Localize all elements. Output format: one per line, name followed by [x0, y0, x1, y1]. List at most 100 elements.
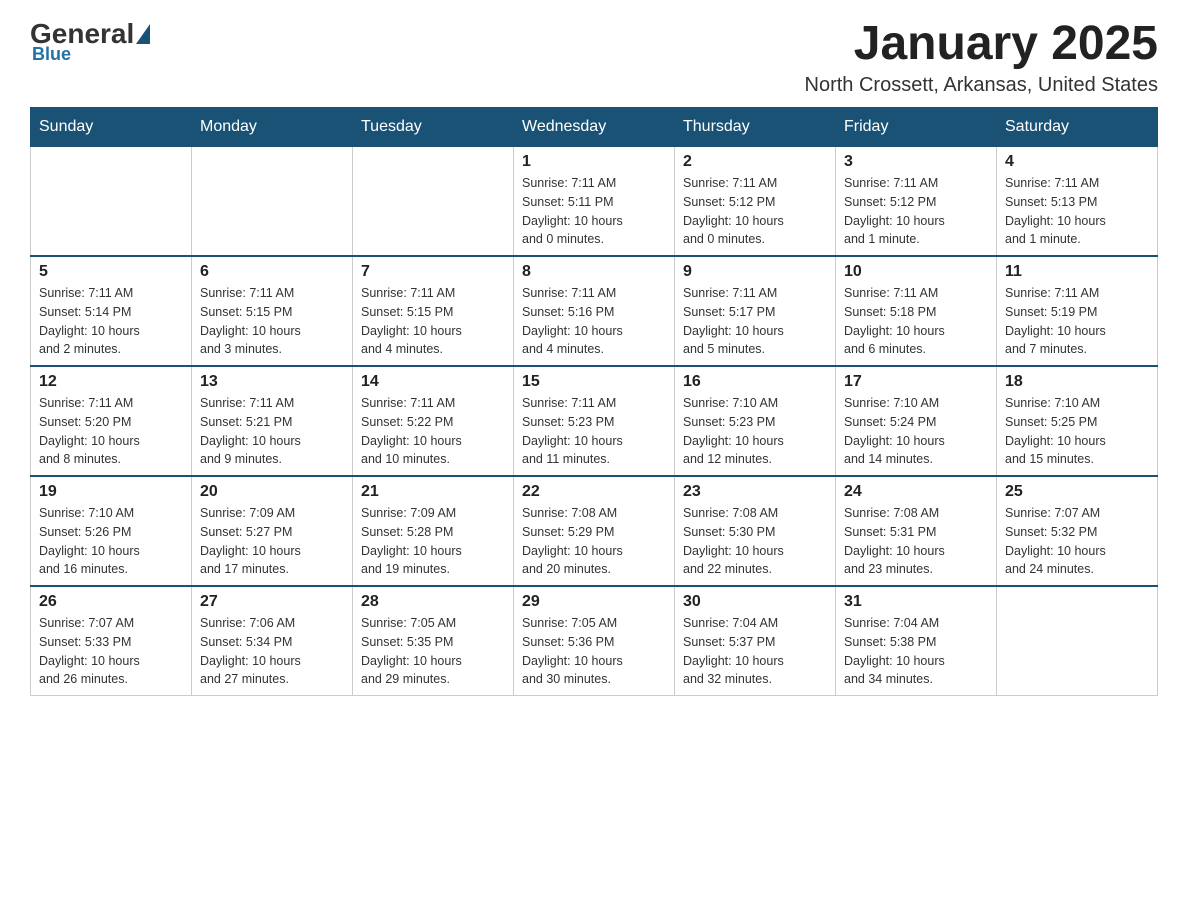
calendar-cell: 3Sunrise: 7:11 AM Sunset: 5:12 PM Daylig…: [836, 147, 997, 257]
day-info: Sunrise: 7:11 AM Sunset: 5:19 PM Dayligh…: [1005, 284, 1149, 359]
calendar-cell: 10 Sunrise: 7:11 AM Sunset: 5:18 PM Dayli…: [836, 256, 997, 366]
calendar-cell: 11 Sunrise: 7:11 AM Sunset: 5:19 PM Dayli…: [997, 256, 1158, 366]
calendar-cell: 17 Sunrise: 7:10 AM Sunset: 5:24 PM Dayli…: [836, 366, 997, 476]
day-info: Sunrise: 7:11 AM Sunset: 5:12 PM Dayligh…: [844, 174, 988, 249]
day-number: 10: [844, 263, 988, 281]
calendar-cell: 5Sunrise: 7:11 AM Sunset: 5:14 PM Daylig…: [31, 256, 192, 366]
day-info: Sunrise: 7:11 AM Sunset: 5:18 PM Dayligh…: [844, 284, 988, 359]
day-number: 4: [1005, 153, 1149, 171]
day-number: 2: [683, 153, 827, 171]
day-number: 13: [200, 373, 344, 391]
day-of-week-header: Saturday: [997, 108, 1158, 147]
logo: General Blue: [30, 20, 152, 65]
day-info: Sunrise: 7:11 AM Sunset: 5:11 PM Dayligh…: [522, 174, 666, 249]
day-info: Sunrise: 7:08 AM Sunset: 5:31 PM Dayligh…: [844, 504, 988, 579]
calendar-cell: 19Sunrise: 7:10 AM Sunset: 5:26 PM Dayli…: [31, 476, 192, 586]
day-number: 22: [522, 483, 666, 501]
day-number: 20: [200, 483, 344, 501]
day-number: 27: [200, 593, 344, 611]
calendar-cell: 8 Sunrise: 7:11 AM Sunset: 5:16 PM Daylig…: [514, 256, 675, 366]
day-info: Sunrise: 7:11 AM Sunset: 5:22 PM Dayligh…: [361, 394, 505, 469]
day-of-week-header: Monday: [192, 108, 353, 147]
day-info: Sunrise: 7:11 AM Sunset: 5:17 PM Dayligh…: [683, 284, 827, 359]
day-info: Sunrise: 7:10 AM Sunset: 5:25 PM Dayligh…: [1005, 394, 1149, 469]
calendar-cell: 6 Sunrise: 7:11 AM Sunset: 5:15 PM Daylig…: [192, 256, 353, 366]
calendar-cell: 20 Sunrise: 7:09 AM Sunset: 5:27 PM Dayli…: [192, 476, 353, 586]
day-info: Sunrise: 7:04 AM Sunset: 5:38 PM Dayligh…: [844, 614, 988, 689]
calendar-cell: 26 Sunrise: 7:07 AM Sunset: 5:33 PM Dayli…: [31, 586, 192, 696]
calendar-cell: 31 Sunrise: 7:04 AM Sunset: 5:38 PM Dayli…: [836, 586, 997, 696]
day-number: 16: [683, 373, 827, 391]
day-number: 21: [361, 483, 505, 501]
day-number: 6: [200, 263, 344, 281]
day-info: Sunrise: 7:10 AM Sunset: 5:24 PM Dayligh…: [844, 394, 988, 469]
day-info: Sunrise: 7:08 AM Sunset: 5:30 PM Dayligh…: [683, 504, 827, 579]
calendar-cell: 4 Sunrise: 7:11 AM Sunset: 5:13 PM Daylig…: [997, 147, 1158, 257]
calendar-cell: 29Sunrise: 7:05 AM Sunset: 5:36 PM Dayli…: [514, 586, 675, 696]
calendar-cell: 25 Sunrise: 7:07 AM Sunset: 5:32 PM Dayli…: [997, 476, 1158, 586]
day-info: Sunrise: 7:11 AM Sunset: 5:23 PM Dayligh…: [522, 394, 666, 469]
day-number: 18: [1005, 373, 1149, 391]
month-title: January 2025: [805, 20, 1159, 68]
day-info: Sunrise: 7:06 AM Sunset: 5:34 PM Dayligh…: [200, 614, 344, 689]
calendar-cell: 9Sunrise: 7:11 AM Sunset: 5:17 PM Daylig…: [675, 256, 836, 366]
day-of-week-header: Thursday: [675, 108, 836, 147]
calendar-cell: 23 Sunrise: 7:08 AM Sunset: 5:30 PM Dayli…: [675, 476, 836, 586]
calendar-cell: 14Sunrise: 7:11 AM Sunset: 5:22 PM Dayli…: [353, 366, 514, 476]
logo-blue-text: Blue: [32, 44, 71, 65]
day-of-week-header: Sunday: [31, 108, 192, 147]
day-number: 30: [683, 593, 827, 611]
day-number: 29: [522, 593, 666, 611]
calendar-cell: [31, 147, 192, 257]
header: General Blue January 2025 North Crossett…: [30, 20, 1158, 97]
day-info: Sunrise: 7:11 AM Sunset: 5:15 PM Dayligh…: [200, 284, 344, 359]
day-number: 11: [1005, 263, 1149, 281]
logo-triangle-icon: [136, 24, 150, 44]
day-info: Sunrise: 7:11 AM Sunset: 5:20 PM Dayligh…: [39, 394, 183, 469]
week-row: 26 Sunrise: 7:07 AM Sunset: 5:33 PM Dayli…: [31, 586, 1158, 696]
week-row: 1 Sunrise: 7:11 AM Sunset: 5:11 PM Daylig…: [31, 147, 1158, 257]
day-info: Sunrise: 7:07 AM Sunset: 5:32 PM Dayligh…: [1005, 504, 1149, 579]
calendar-cell: [997, 586, 1158, 696]
day-info: Sunrise: 7:09 AM Sunset: 5:27 PM Dayligh…: [200, 504, 344, 579]
day-info: Sunrise: 7:09 AM Sunset: 5:28 PM Dayligh…: [361, 504, 505, 579]
day-info: Sunrise: 7:11 AM Sunset: 5:14 PM Dayligh…: [39, 284, 183, 359]
calendar-cell: 2 Sunrise: 7:11 AM Sunset: 5:12 PM Daylig…: [675, 147, 836, 257]
day-info: Sunrise: 7:05 AM Sunset: 5:35 PM Dayligh…: [361, 614, 505, 689]
day-of-week-header: Tuesday: [353, 108, 514, 147]
day-of-week-header: Wednesday: [514, 108, 675, 147]
week-row: 12 Sunrise: 7:11 AM Sunset: 5:20 PM Dayli…: [31, 366, 1158, 476]
day-number: 23: [683, 483, 827, 501]
day-number: 17: [844, 373, 988, 391]
calendar-cell: 15Sunrise: 7:11 AM Sunset: 5:23 PM Dayli…: [514, 366, 675, 476]
day-info: Sunrise: 7:11 AM Sunset: 5:16 PM Dayligh…: [522, 284, 666, 359]
calendar-cell: 7Sunrise: 7:11 AM Sunset: 5:15 PM Daylig…: [353, 256, 514, 366]
day-info: Sunrise: 7:10 AM Sunset: 5:23 PM Dayligh…: [683, 394, 827, 469]
day-number: 12: [39, 373, 183, 391]
day-info: Sunrise: 7:07 AM Sunset: 5:33 PM Dayligh…: [39, 614, 183, 689]
day-number: 25: [1005, 483, 1149, 501]
day-info: Sunrise: 7:11 AM Sunset: 5:13 PM Dayligh…: [1005, 174, 1149, 249]
calendar-cell: 27 Sunrise: 7:06 AM Sunset: 5:34 PM Dayli…: [192, 586, 353, 696]
calendar-cell: [353, 147, 514, 257]
day-number: 1: [522, 153, 666, 171]
day-info: Sunrise: 7:04 AM Sunset: 5:37 PM Dayligh…: [683, 614, 827, 689]
day-number: 31: [844, 593, 988, 611]
calendar-cell: 18 Sunrise: 7:10 AM Sunset: 5:25 PM Dayli…: [997, 366, 1158, 476]
calendar-cell: [192, 147, 353, 257]
week-row: 19Sunrise: 7:10 AM Sunset: 5:26 PM Dayli…: [31, 476, 1158, 586]
calendar-cell: 12 Sunrise: 7:11 AM Sunset: 5:20 PM Dayli…: [31, 366, 192, 476]
day-number: 7: [361, 263, 505, 281]
day-info: Sunrise: 7:11 AM Sunset: 5:12 PM Dayligh…: [683, 174, 827, 249]
calendar-cell: 21 Sunrise: 7:09 AM Sunset: 5:28 PM Dayli…: [353, 476, 514, 586]
calendar-cell: 28 Sunrise: 7:05 AM Sunset: 5:35 PM Dayli…: [353, 586, 514, 696]
day-number: 28: [361, 593, 505, 611]
calendar-cell: 22 Sunrise: 7:08 AM Sunset: 5:29 PM Dayli…: [514, 476, 675, 586]
calendar-cell: 16 Sunrise: 7:10 AM Sunset: 5:23 PM Dayli…: [675, 366, 836, 476]
day-number: 26: [39, 593, 183, 611]
calendar-cell: 30 Sunrise: 7:04 AM Sunset: 5:37 PM Dayli…: [675, 586, 836, 696]
day-info: Sunrise: 7:08 AM Sunset: 5:29 PM Dayligh…: [522, 504, 666, 579]
week-row: 5Sunrise: 7:11 AM Sunset: 5:14 PM Daylig…: [31, 256, 1158, 366]
day-number: 8: [522, 263, 666, 281]
calendar-cell: 1 Sunrise: 7:11 AM Sunset: 5:11 PM Daylig…: [514, 147, 675, 257]
